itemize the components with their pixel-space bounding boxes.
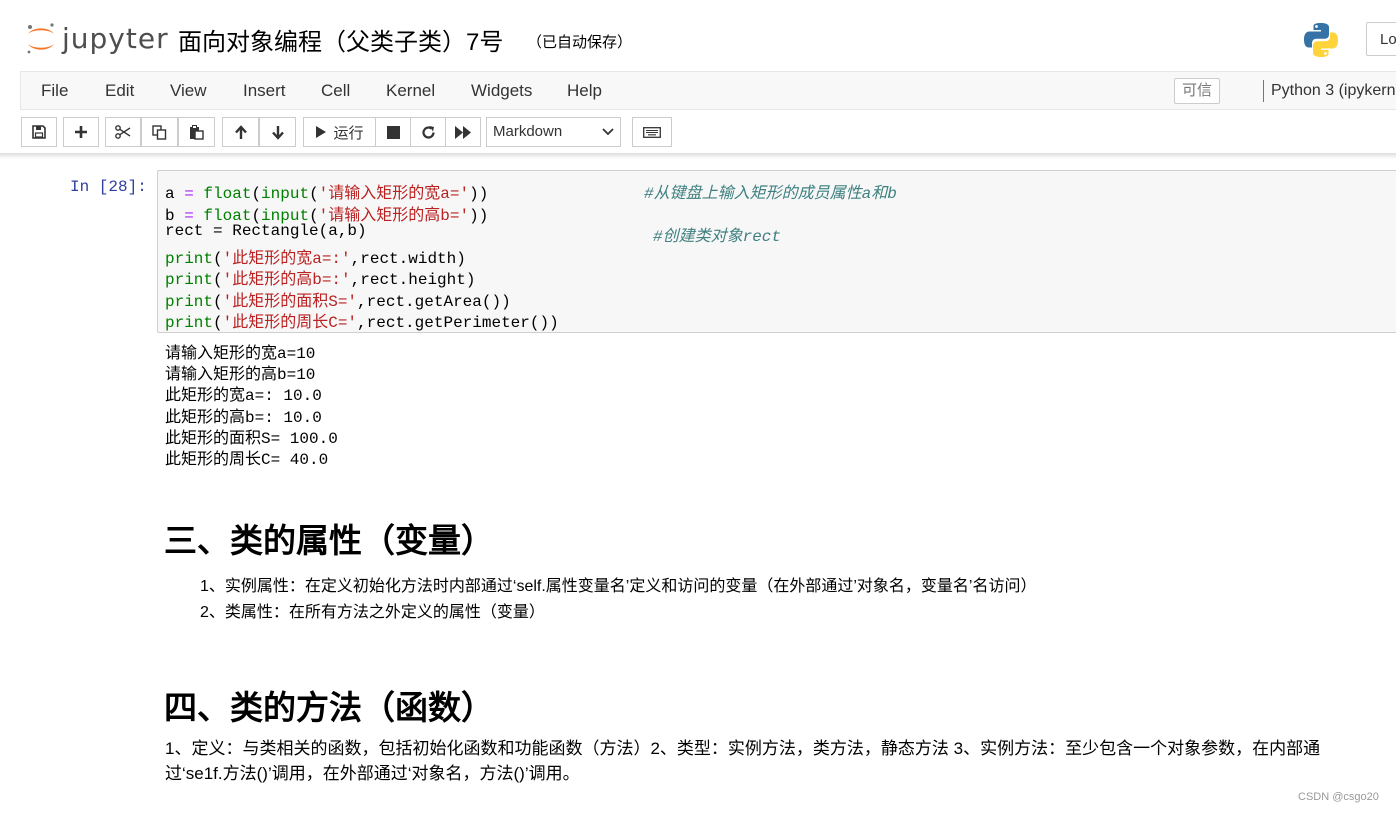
code-comment: #创建类对象rect bbox=[653, 228, 782, 246]
arrow-up-icon bbox=[234, 124, 247, 139]
output-line: 此矩形的宽a=: 10.0 bbox=[165, 387, 322, 406]
code-line: print('此矩形的周长C=',rect.getPerimeter()) bbox=[165, 314, 559, 332]
code-cell-editor[interactable]: a = float(input('请输入矩形的宽a=')) #从键盘上输入矩形的… bbox=[157, 170, 1396, 333]
cell-type-value: Markdown bbox=[493, 123, 563, 140]
output-line: 此矩形的面积S= 100.0 bbox=[165, 429, 338, 448]
save-button[interactable] bbox=[21, 117, 57, 147]
scissors-icon bbox=[115, 125, 131, 139]
run-button[interactable]: 运行 bbox=[303, 117, 376, 147]
chevron-down-icon bbox=[602, 128, 614, 136]
plus-icon bbox=[75, 126, 87, 138]
restart-run-all-button[interactable] bbox=[445, 117, 481, 147]
output-line: 请输入矩形的宽a=10 bbox=[165, 345, 316, 363]
jupyter-logo-icon bbox=[27, 23, 54, 54]
autosave-status: （已自动保存） bbox=[527, 34, 633, 51]
list-item: 1、实例属性：在定义初始化方法时内部通过‘self.属性变量名’定义和访问的变量… bbox=[200, 578, 1037, 595]
cell-output: 请输入矩形的宽a=10 请输入矩形的高b=10 此矩形的宽a=: 10.0 此矩形的高… bbox=[165, 344, 338, 471]
input-prompt: In [28]: bbox=[70, 178, 147, 196]
notebook-title[interactable]: 面向对象编程（父类子类）7号 bbox=[178, 22, 503, 57]
header: jupyter 面向对象编程（父类子类）7号 （已自动保存） Lo bbox=[0, 0, 1396, 72]
stop-icon bbox=[386, 125, 400, 139]
command-palette-button[interactable] bbox=[632, 117, 672, 147]
trusted-indicator[interactable]: 可信 bbox=[1174, 78, 1221, 104]
menubar: File Edit View Insert Cell Kernel Widget… bbox=[20, 71, 1396, 110]
methods-paragraph: 1、定义：与类相关的函数，包括初始化函数和功能函数（方法）2、类型：实例方法，类… bbox=[165, 739, 1321, 783]
kernel-name[interactable]: Python 3 (ipykern bbox=[1271, 72, 1396, 109]
menu-file[interactable]: File bbox=[41, 72, 68, 109]
menu-insert[interactable]: Insert bbox=[243, 72, 286, 109]
insert-cell-button[interactable] bbox=[63, 117, 99, 147]
menu-help[interactable]: Help bbox=[567, 72, 602, 109]
kernel-separator bbox=[1263, 80, 1264, 102]
restart-kernel-button[interactable] bbox=[410, 117, 446, 147]
code-line: rect = Rectangle(a,b) bbox=[165, 222, 367, 240]
interrupt-button[interactable] bbox=[375, 117, 411, 147]
move-up-button[interactable] bbox=[222, 117, 259, 147]
output-line: 请输入矩形的高b=10 bbox=[165, 366, 316, 385]
copy-icon bbox=[152, 124, 167, 140]
arrow-down-icon bbox=[271, 125, 284, 140]
output-line: 此矩形的高b=: 10.0 bbox=[165, 408, 322, 427]
jupyter-logo-text: jupyter bbox=[62, 22, 169, 55]
restart-icon bbox=[421, 125, 435, 139]
heading-class-methods: 四、类的方法（函数） bbox=[164, 689, 494, 726]
fast-forward-icon bbox=[455, 125, 471, 139]
code-line: print('此矩形的宽a=:',rect.width) bbox=[165, 249, 466, 268]
paste-button[interactable] bbox=[178, 117, 215, 147]
toolbar: 运行 Markdown bbox=[0, 110, 1396, 154]
menu-edit[interactable]: Edit bbox=[105, 72, 134, 109]
output-line: 此矩形的周长C= 40.0 bbox=[165, 451, 329, 470]
copy-button[interactable] bbox=[141, 117, 178, 147]
heading-class-attributes: 三、类的属性（变量） bbox=[164, 522, 494, 559]
cut-button[interactable] bbox=[105, 117, 141, 147]
run-label: 运行 bbox=[333, 124, 364, 142]
list-item: 2、类属性：在所有方法之外定义的属性（变量） bbox=[200, 604, 545, 621]
keyboard-icon bbox=[643, 126, 661, 138]
paste-icon bbox=[190, 124, 204, 140]
code-comment: #从键盘上输入矩形的成员属性a和b bbox=[644, 185, 897, 203]
header-shadow bbox=[0, 153, 1396, 159]
python-logo-icon bbox=[1304, 23, 1338, 57]
jupyter-logo[interactable]: jupyter bbox=[24, 20, 168, 60]
menu-cell[interactable]: Cell bbox=[321, 72, 350, 109]
code-line: a = float(input('请输入矩形的宽a=')) bbox=[165, 185, 489, 203]
login-button[interactable]: Lo bbox=[1366, 22, 1396, 56]
code-line: b = float(input('请输入矩形的高b=')) bbox=[165, 206, 489, 225]
menu-view[interactable]: View bbox=[170, 72, 207, 109]
menu-widgets[interactable]: Widgets bbox=[471, 72, 532, 109]
watermark: CSDN @csgo20 bbox=[1298, 791, 1379, 803]
play-icon bbox=[316, 126, 327, 138]
menu-kernel[interactable]: Kernel bbox=[386, 72, 435, 109]
code-line: print('此矩形的面积S=',rect.getArea()) bbox=[165, 292, 511, 311]
code-line: print('此矩形的高b=:',rect.height) bbox=[165, 271, 476, 289]
cell-type-select[interactable]: Markdown bbox=[486, 117, 621, 147]
move-down-button[interactable] bbox=[259, 117, 296, 147]
save-icon bbox=[32, 125, 46, 139]
